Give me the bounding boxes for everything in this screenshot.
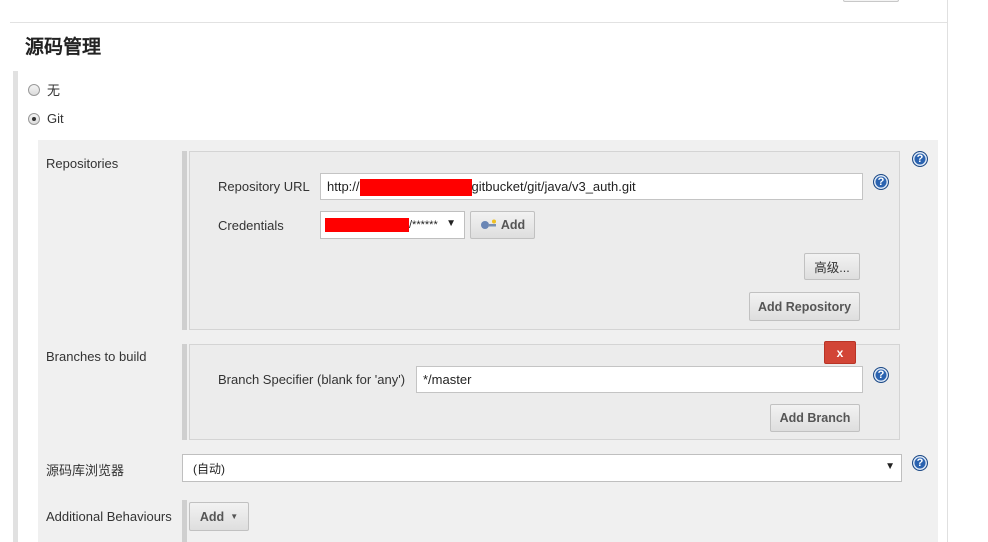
section-indent-bar [13, 71, 18, 542]
repository-browser-select[interactable]: (自动) ▼ [182, 454, 902, 482]
repository-browser-value: (自动) [193, 461, 225, 476]
repository-url-input[interactable]: http:// gitbucket/git/java/v3_auth.git [320, 173, 863, 200]
add-repository-button[interactable]: Add Repository [749, 292, 860, 321]
credentials-dropdown-icon: ▼ [446, 218, 456, 229]
repository-browser-help-icon[interactable]: ? [912, 455, 928, 471]
repository-url-label: Repository URL [218, 179, 310, 194]
key-icon [480, 219, 496, 229]
top-divider [10, 22, 947, 23]
repository-browser-dropdown-icon: ▼ [885, 461, 895, 472]
repository-url-suffix: gitbucket/git/java/v3_auth.git [471, 179, 636, 194]
branches-indent-bar [182, 344, 187, 440]
add-credentials-label: Add [500, 218, 526, 232]
branch-specifier-input[interactable]: */master [416, 366, 863, 393]
scm-option-none[interactable]: 无 [28, 80, 60, 99]
repositories-help-icon[interactable]: ? [912, 151, 928, 167]
add-behaviour-label: Add [199, 509, 225, 524]
scm-option-git[interactable]: Git [28, 111, 64, 126]
behaviours-indent-bar [182, 500, 187, 542]
repository-browser-label: 源码库浏览器 [46, 463, 125, 478]
radio-none[interactable] [28, 83, 40, 96]
delete-branch-button[interactable]: x [824, 341, 856, 364]
repositories-label: Repositories [46, 156, 119, 171]
add-behaviour-button[interactable]: Add ▼ [189, 502, 249, 531]
repositories-indent-bar [182, 151, 187, 330]
credentials-label: Credentials [218, 218, 284, 233]
advanced-button[interactable]: 高级... [804, 253, 860, 280]
branch-specifier-help-icon[interactable]: ? [873, 367, 889, 383]
branches-label: Branches to build [46, 349, 147, 364]
repository-url-prefix: http:// [327, 179, 360, 194]
radio-git[interactable] [28, 112, 40, 125]
credentials-select[interactable]: /****** ▼ [320, 211, 465, 239]
additional-behaviours-label: Additional Behaviours [46, 509, 172, 524]
repository-url-help-icon[interactable]: ? [873, 174, 889, 190]
chevron-down-icon: ▼ [230, 512, 239, 521]
credentials-value: /****** [409, 219, 438, 231]
branch-specifier-label: Branch Specifier (blank for 'any') [218, 372, 406, 387]
scm-option-none-label: 无 [47, 83, 61, 98]
redaction-url [359, 179, 472, 196]
redaction-credentials [325, 218, 409, 232]
add-branch-button[interactable]: Add Branch [770, 404, 860, 432]
section-title: 源码管理 [25, 37, 102, 58]
add-credentials-button[interactable]: Add [470, 211, 535, 239]
scm-option-git-label: Git [47, 111, 64, 126]
top-button-edge [843, 0, 899, 2]
